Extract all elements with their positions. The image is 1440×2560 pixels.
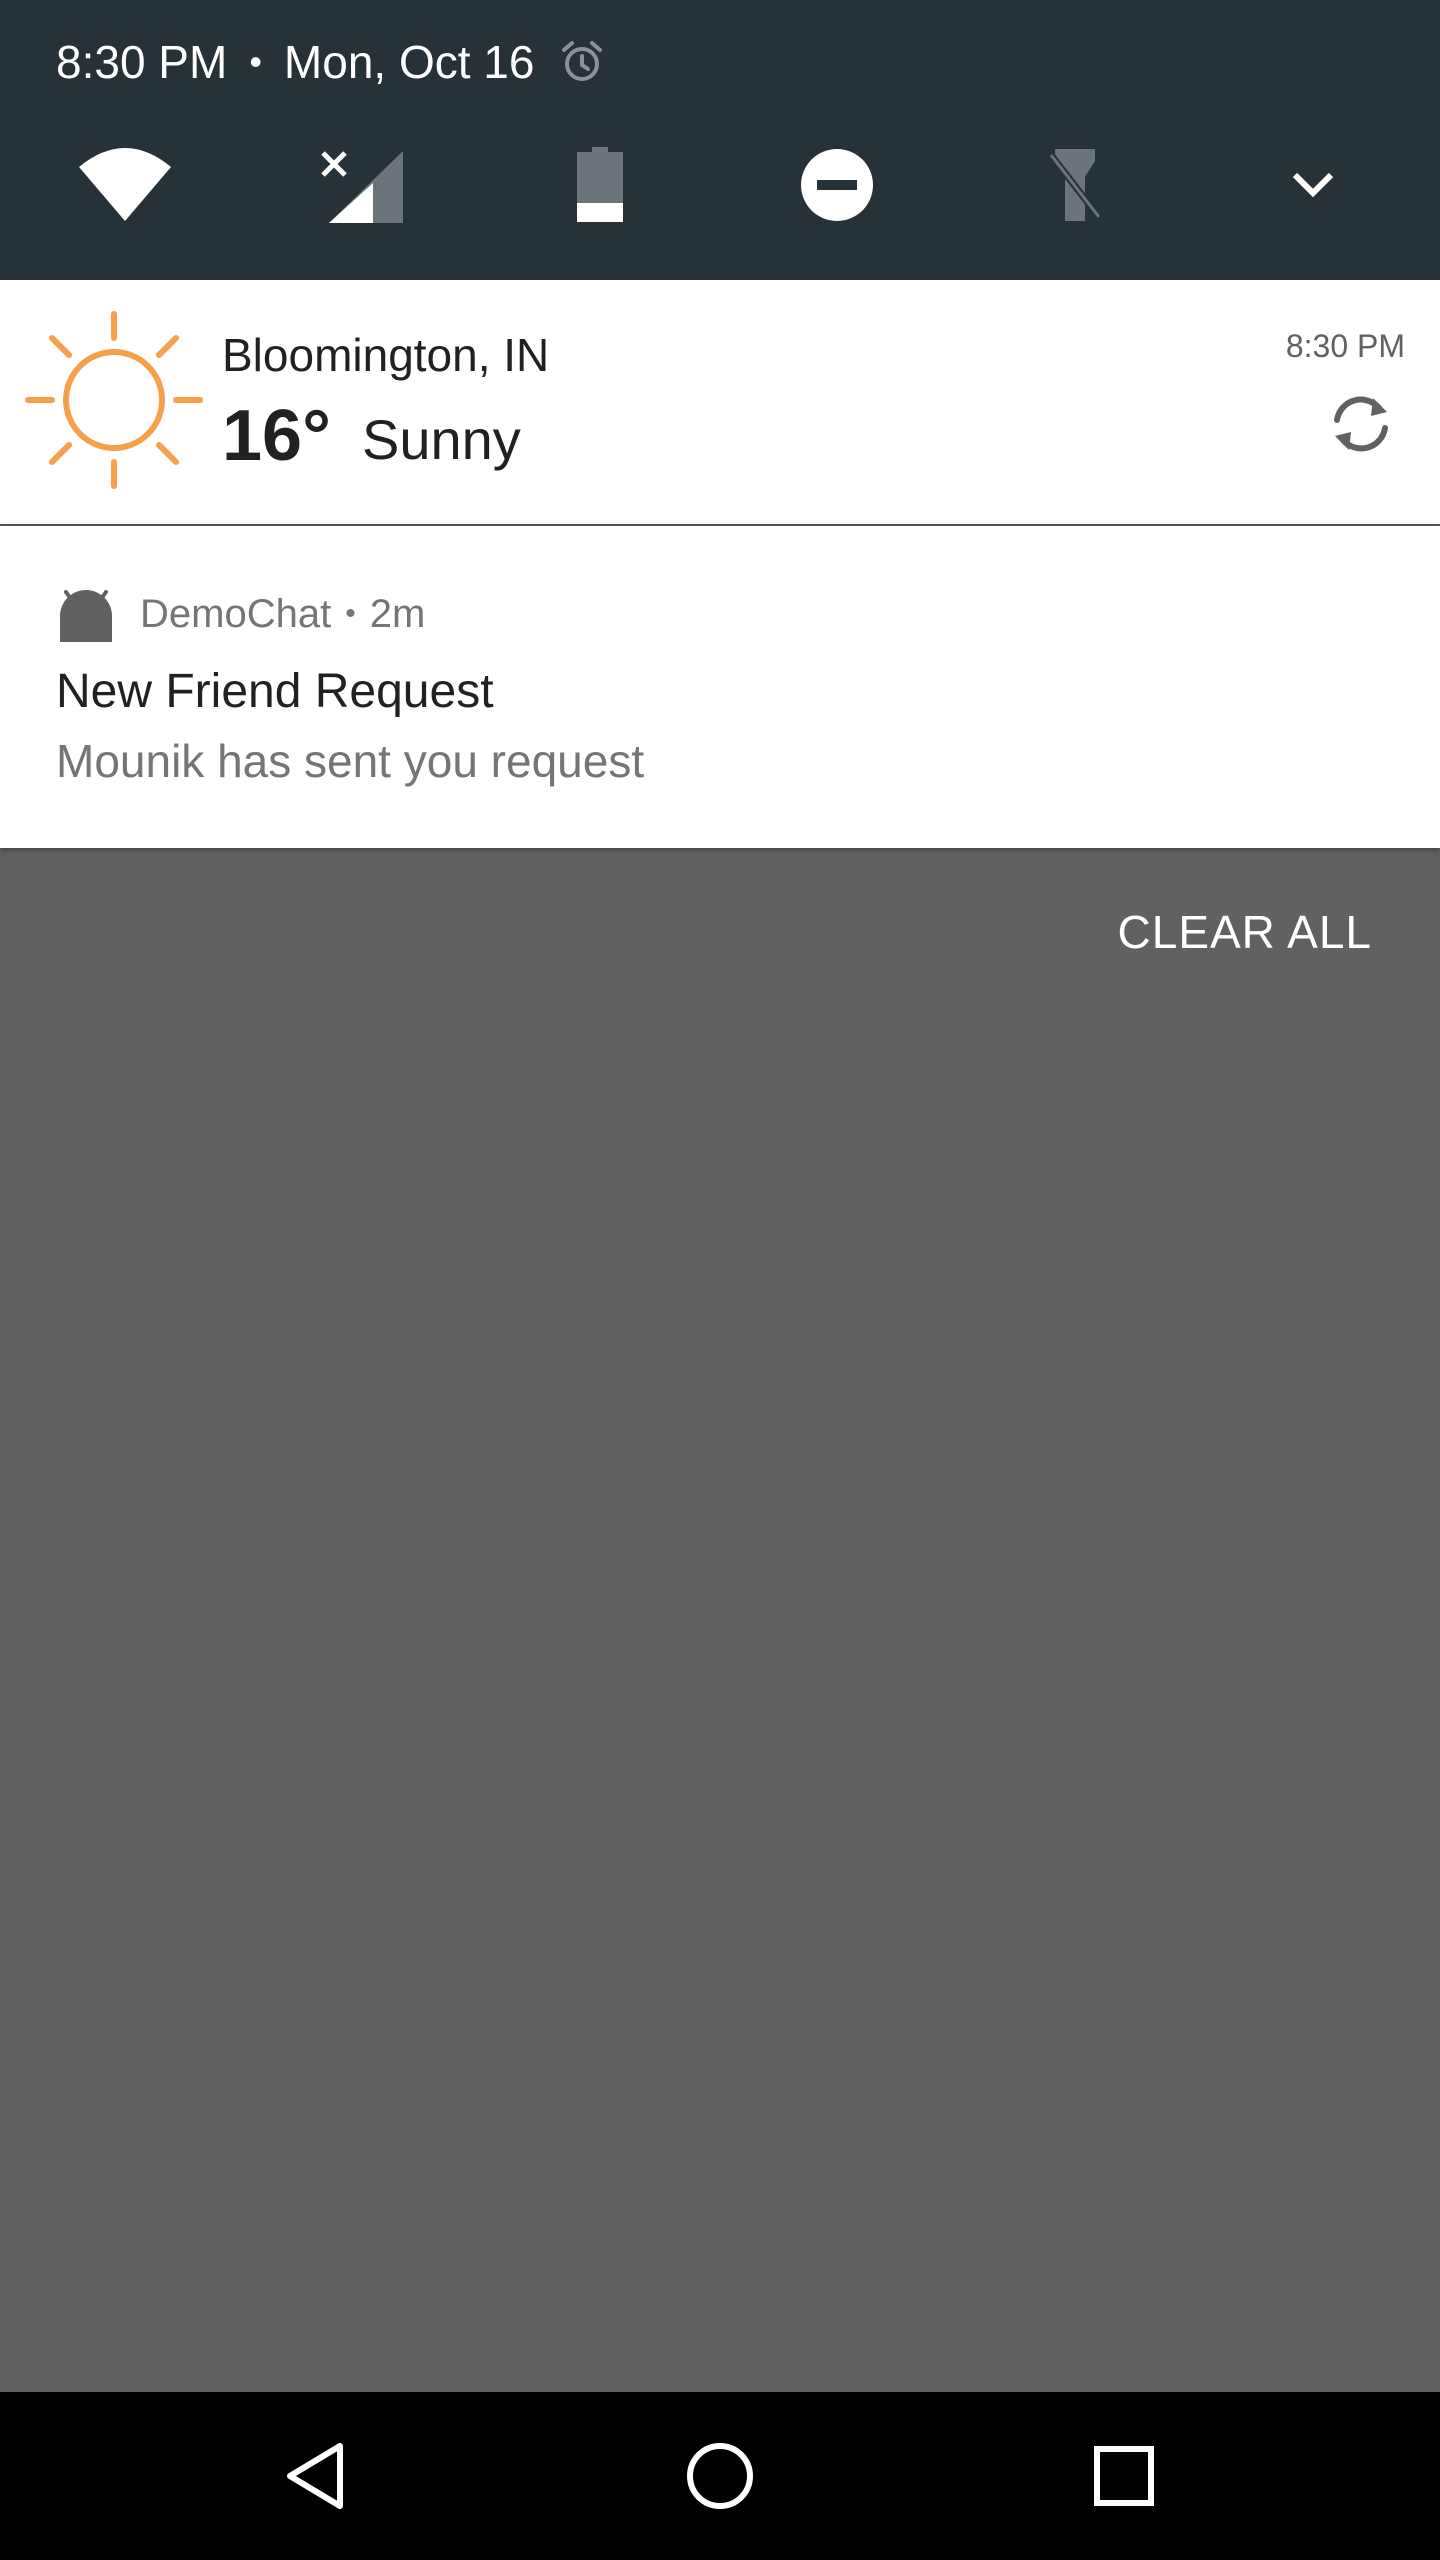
weather-condition: Sunny: [362, 408, 521, 471]
status-date[interactable]: Mon, Oct 16: [284, 35, 535, 89]
status-line: 8:30 PM • Mon, Oct 16: [56, 32, 606, 92]
weather-temperature: 16°: [222, 396, 331, 476]
quick-settings-header: 8:30 PM • Mon, Oct 16: [0, 0, 1440, 280]
notification-card[interactable]: DemoChat • 2m New Friend Request Mounik …: [0, 526, 1440, 848]
notification-title: New Friend Request: [56, 665, 494, 718]
refresh-icon[interactable]: [1327, 390, 1395, 458]
alarm-icon: [558, 38, 606, 86]
battery-icon[interactable]: [550, 140, 650, 230]
back-icon[interactable]: [266, 2426, 366, 2526]
weather-updated-time: 8:30 PM: [1285, 328, 1405, 364]
navigation-bar: [0, 2392, 1440, 2560]
clear-all-button[interactable]: CLEAR ALL: [1118, 905, 1372, 959]
notification-header: DemoChat • 2m: [56, 584, 425, 644]
weather-location: Bloomington, IN: [222, 329, 550, 381]
home-icon[interactable]: [670, 2426, 770, 2526]
wifi-icon[interactable]: [75, 140, 175, 230]
expand-chevron-icon[interactable]: [1263, 140, 1363, 230]
do-not-disturb-icon[interactable]: [787, 140, 887, 230]
notification-age: 2m: [369, 591, 426, 636]
status-separator: •: [249, 41, 262, 82]
signal-no-service-icon[interactable]: [312, 140, 412, 230]
recents-icon[interactable]: [1074, 2426, 1174, 2526]
sun-icon: [25, 311, 203, 489]
status-time: 8:30 PM: [56, 36, 228, 88]
notification-separator: •: [345, 597, 356, 630]
notification-body: Mounik has sent you request: [56, 735, 645, 787]
notification-app-name: DemoChat: [140, 591, 332, 636]
flashlight-off-icon[interactable]: [1025, 140, 1125, 230]
weather-card[interactable]: Bloomington, IN 16° Sunny 8:30 PM: [0, 280, 1440, 524]
android-app-icon: [60, 590, 112, 642]
